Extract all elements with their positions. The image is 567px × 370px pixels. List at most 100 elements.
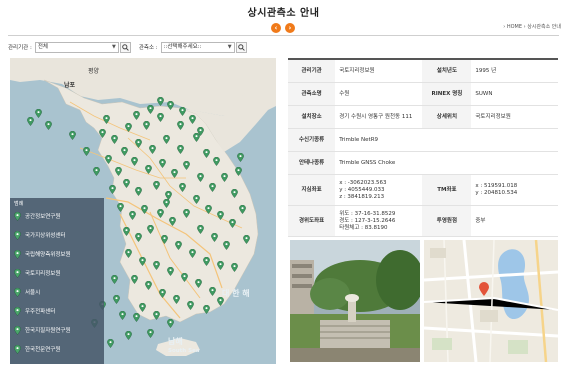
station-marker-icon[interactable]: [142, 121, 150, 130]
station-marker-icon[interactable]: [152, 311, 160, 320]
station-marker-icon[interactable]: [202, 305, 210, 314]
station-marker-icon[interactable]: [202, 149, 210, 158]
station-marker-icon[interactable]: [152, 181, 160, 190]
station-marker-icon[interactable]: [238, 205, 246, 214]
station-marker-icon[interactable]: [196, 127, 204, 136]
station-marker-icon[interactable]: [182, 161, 190, 170]
station-marker-icon[interactable]: [188, 115, 196, 124]
legend-item[interactable]: 국립해양측위정보원: [14, 248, 71, 260]
station-marker-icon[interactable]: [140, 205, 148, 214]
station-marker-icon[interactable]: [152, 261, 160, 270]
prev-arrow-icon[interactable]: ‹: [271, 23, 281, 33]
station-marker-icon[interactable]: [138, 303, 146, 312]
agency-search-button[interactable]: [119, 41, 131, 53]
station-marker-icon[interactable]: [230, 263, 238, 272]
station-marker-icon[interactable]: [196, 173, 204, 182]
station-marker-icon[interactable]: [216, 211, 224, 220]
station-marker-icon[interactable]: [108, 185, 116, 194]
station-marker-icon[interactable]: [158, 159, 166, 168]
station-marker-icon[interactable]: [156, 97, 164, 106]
station-marker-icon[interactable]: [176, 145, 184, 154]
station-marker-icon[interactable]: [192, 195, 200, 204]
legend-item[interactable]: 우주전파센터: [14, 305, 55, 317]
station-marker-icon[interactable]: [196, 225, 204, 234]
station-marker-icon[interactable]: [194, 279, 202, 288]
station-marker-icon[interactable]: [230, 189, 238, 198]
station-marker-icon[interactable]: [92, 167, 100, 176]
station-marker-icon[interactable]: [216, 297, 224, 306]
station-select[interactable]: ::선택해주세요:: ▼: [160, 41, 235, 53]
station-marker-icon[interactable]: [110, 135, 118, 144]
station-marker-icon[interactable]: [162, 135, 170, 144]
station-marker-icon[interactable]: [168, 217, 176, 226]
station-marker-icon[interactable]: [132, 111, 140, 120]
station-marker-icon[interactable]: [170, 169, 178, 178]
station-marker-icon[interactable]: [122, 179, 130, 188]
station-marker-icon[interactable]: [222, 241, 230, 250]
legend-item[interactable]: 국토지리정보원: [14, 267, 60, 279]
station-marker-icon[interactable]: [124, 331, 132, 340]
station-marker-icon[interactable]: [104, 155, 112, 164]
station-marker-icon[interactable]: [166, 267, 174, 276]
station-map[interactable]: 평양 남포 대 한 해 남해 South Sea 범례 공간정보연구원 국가지상…: [10, 58, 276, 364]
station-marker-icon[interactable]: [204, 205, 212, 214]
station-marker-icon[interactable]: [134, 187, 142, 196]
legend-item[interactable]: 공간정보연구원: [14, 210, 60, 222]
station-marker-icon[interactable]: [114, 167, 122, 176]
station-marker-icon[interactable]: [174, 241, 182, 250]
station-marker-icon[interactable]: [146, 329, 154, 338]
station-marker-icon[interactable]: [110, 275, 118, 284]
legend-item[interactable]: 서울시: [14, 286, 40, 298]
station-marker-icon[interactable]: [146, 225, 154, 234]
next-arrow-icon[interactable]: ›: [285, 23, 295, 33]
station-marker-icon[interactable]: [176, 121, 184, 130]
station-marker-icon[interactable]: [242, 235, 250, 244]
station-marker-icon[interactable]: [158, 289, 166, 298]
station-marker-icon[interactable]: [156, 209, 164, 218]
station-marker-icon[interactable]: [166, 319, 174, 328]
station-marker-icon[interactable]: [180, 273, 188, 282]
station-marker-icon[interactable]: [162, 199, 170, 208]
station-marker-icon[interactable]: [124, 249, 132, 258]
station-marker-icon[interactable]: [26, 117, 34, 126]
station-marker-icon[interactable]: [68, 131, 76, 140]
station-marker-icon[interactable]: [148, 145, 156, 154]
station-marker-icon[interactable]: [144, 281, 152, 290]
station-marker-icon[interactable]: [116, 203, 124, 212]
station-marker-icon[interactable]: [188, 249, 196, 258]
legend-item[interactable]: 한국천문연구원: [14, 343, 60, 355]
station-marker-icon[interactable]: [124, 123, 132, 132]
station-marker-icon[interactable]: [208, 183, 216, 192]
station-marker-icon[interactable]: [182, 209, 190, 218]
legend-item[interactable]: 한국지질자원연구원: [14, 324, 71, 336]
station-search-button[interactable]: [235, 41, 247, 53]
station-marker-icon[interactable]: [122, 227, 130, 236]
station-marker-icon[interactable]: [178, 107, 186, 116]
station-marker-icon[interactable]: [82, 147, 90, 156]
station-marker-icon[interactable]: [130, 275, 138, 284]
station-marker-icon[interactable]: [102, 115, 110, 124]
station-marker-icon[interactable]: [172, 295, 180, 304]
legend-item[interactable]: 국가지상위성센터: [14, 229, 65, 241]
station-marker-icon[interactable]: [134, 139, 142, 148]
station-marker-icon[interactable]: [236, 153, 244, 162]
station-marker-icon[interactable]: [44, 121, 52, 130]
station-marker-icon[interactable]: [132, 313, 140, 322]
station-marker-icon[interactable]: [166, 101, 174, 110]
location-minimap[interactable]: [424, 240, 558, 362]
station-marker-icon[interactable]: [34, 109, 42, 118]
agency-select[interactable]: 전체 ▼: [34, 41, 119, 53]
station-marker-icon[interactable]: [210, 233, 218, 242]
station-marker-icon[interactable]: [208, 287, 216, 296]
station-marker-icon[interactable]: [134, 233, 142, 242]
station-marker-icon[interactable]: [128, 211, 136, 220]
station-marker-icon[interactable]: [118, 311, 126, 320]
station-marker-icon[interactable]: [228, 219, 236, 228]
station-marker-icon[interactable]: [112, 295, 120, 304]
station-marker-icon[interactable]: [234, 167, 242, 176]
station-marker-icon[interactable]: [98, 129, 106, 138]
station-marker-icon[interactable]: [130, 157, 138, 166]
station-marker-icon[interactable]: [144, 165, 152, 174]
station-marker-icon[interactable]: [156, 113, 164, 122]
station-marker-icon[interactable]: [216, 261, 224, 270]
